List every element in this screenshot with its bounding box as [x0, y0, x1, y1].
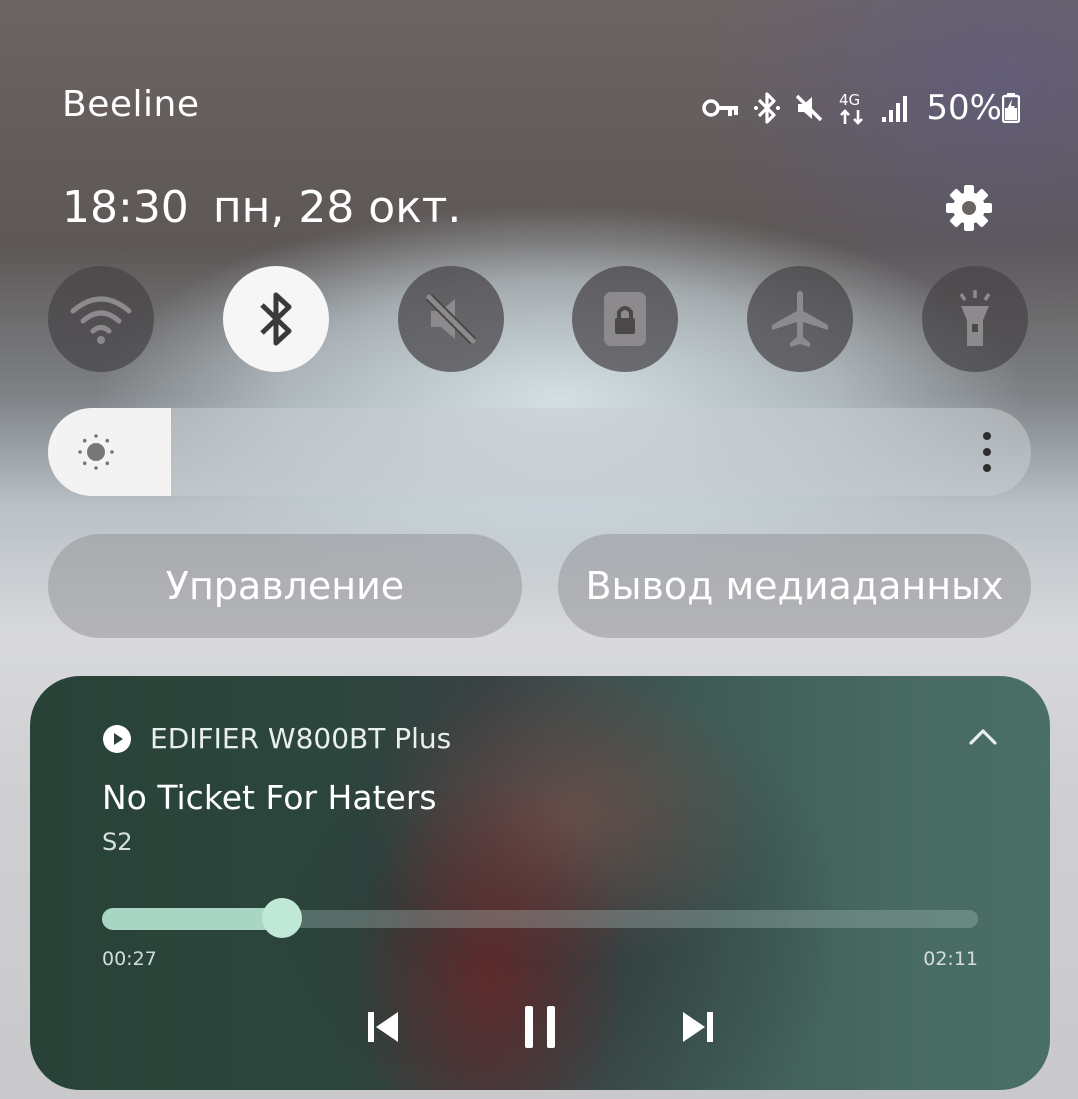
chevron-up-icon[interactable]	[968, 724, 998, 748]
device-control-button[interactable]: Управление	[48, 534, 522, 638]
skip-previous-icon	[368, 1012, 398, 1042]
gear-icon[interactable]	[944, 183, 994, 233]
next-button[interactable]	[673, 1002, 723, 1052]
carrier-name: Beeline	[62, 84, 200, 125]
bluetooth-icon	[754, 92, 781, 124]
status-bar: Beeline 4G 50%	[62, 84, 1020, 128]
quick-settings	[48, 266, 1028, 372]
track-artist: S2	[102, 828, 133, 856]
vpn-key-icon	[702, 99, 739, 117]
brightness-slider[interactable]	[48, 408, 1031, 496]
elapsed-time: 00:27	[102, 948, 157, 970]
datetime: 18:30 пн, 28 окт.	[62, 182, 461, 233]
seek-bar[interactable]	[102, 898, 978, 938]
airplane-icon	[772, 291, 829, 347]
4g-icon: 4G	[839, 91, 864, 125]
seek-thumb[interactable]	[262, 898, 303, 938]
wifi-toggle[interactable]	[48, 266, 154, 372]
airplane-mode-toggle[interactable]	[747, 266, 854, 372]
status-icons: 4G 50%	[702, 88, 1020, 128]
media-output-button[interactable]: Вывод медиаданных	[558, 534, 1031, 638]
sound-mode-toggle[interactable]	[397, 266, 504, 372]
screen-lock-toggle[interactable]	[572, 266, 679, 372]
media-source[interactable]: EDIFIER W800BT Plus	[102, 722, 451, 755]
screen-lock-icon	[604, 292, 647, 346]
track-title: No Ticket For Haters	[102, 778, 437, 817]
mute-icon	[425, 293, 476, 345]
clock: 18:30	[62, 182, 189, 233]
sun-icon	[78, 434, 114, 470]
battery-percent: 50%	[926, 88, 1002, 128]
previous-button[interactable]	[358, 1002, 408, 1052]
output-device-name: EDIFIER W800BT Plus	[150, 722, 452, 755]
seek-progress	[102, 908, 283, 930]
total-time: 02:11	[923, 948, 978, 970]
signal-icon	[882, 96, 908, 122]
more-options-icon[interactable]	[983, 432, 991, 472]
bluetooth-icon	[260, 292, 292, 346]
bluetooth-toggle[interactable]	[222, 266, 329, 372]
flashlight-toggle[interactable]	[921, 266, 1028, 372]
skip-next-icon	[683, 1012, 713, 1042]
flashlight-icon	[959, 290, 991, 346]
svg-text:4G: 4G	[839, 91, 860, 109]
date: пн, 28 окт.	[212, 182, 462, 233]
media-player-card[interactable]: EDIFIER W800BT Plus No Ticket For Haters…	[30, 676, 1050, 1090]
mute-icon	[796, 94, 823, 122]
wifi-icon	[70, 296, 132, 344]
battery-charging-icon	[1002, 93, 1020, 123]
pause-icon	[525, 1006, 555, 1048]
play-circle-icon	[103, 724, 131, 753]
pause-button[interactable]	[515, 1002, 565, 1052]
